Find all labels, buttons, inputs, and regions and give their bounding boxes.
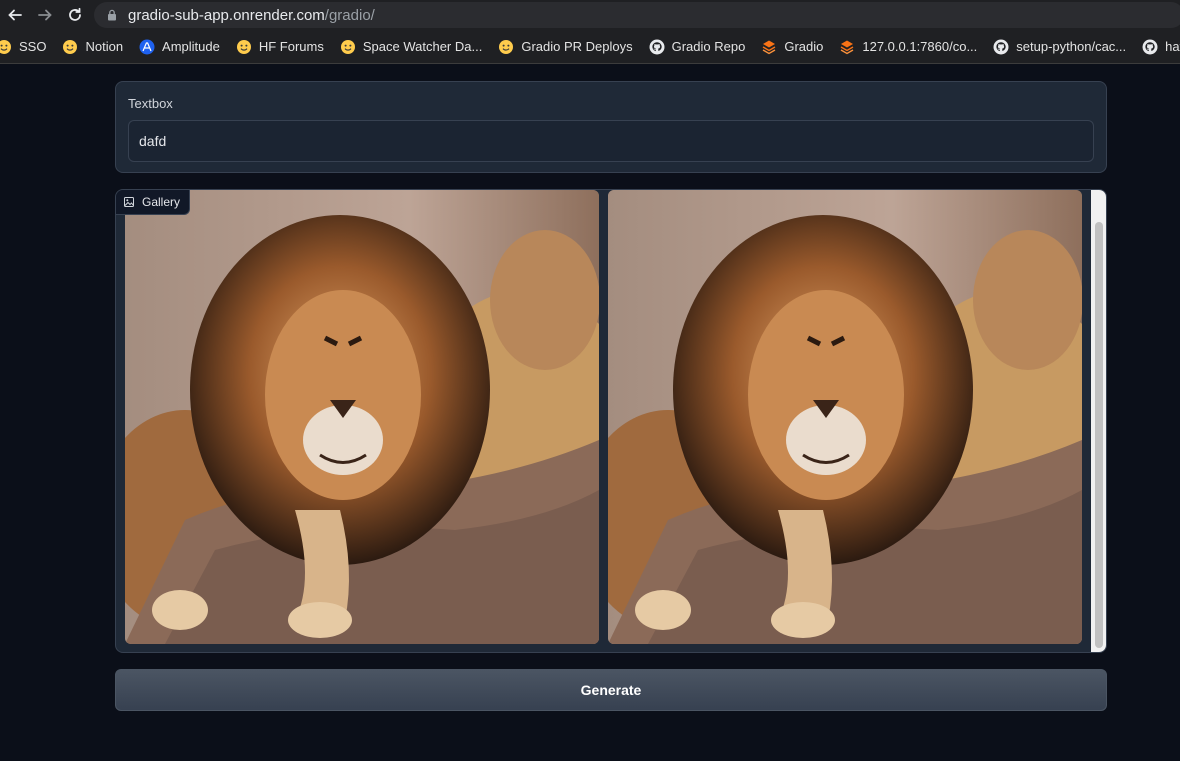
github-icon [649,39,665,55]
forward-button[interactable] [30,0,60,30]
hugging-face-icon [236,39,252,55]
hugging-face-icon [0,39,12,55]
bookmark-setup-python[interactable]: setup-python/cac... [993,30,1133,63]
bookmark-label: Gradio [784,39,824,54]
bookmarks-bar: SSO Notion Amplitude HF Forums Space Wat… [0,30,1180,64]
gallery-label: Gallery [116,190,191,215]
url-path: /gradio/ [324,6,375,24]
arrow-right-icon [38,9,52,21]
scrollbar-thumb[interactable] [1095,222,1103,648]
bookmark-label: Notion [85,39,124,54]
bookmark-sso[interactable]: SSO [0,30,53,63]
bookmark-notion[interactable]: Notion [62,30,130,63]
gradio-app: Textbox Gallery [0,65,1180,761]
url-host: gradio-sub-app.onrender.com [128,6,325,24]
bookmark-hf-forums[interactable]: HF Forums [236,30,331,63]
gallery-thumbnail[interactable] [608,190,1082,644]
amplitude-icon [139,39,155,55]
gallery-label-text: Gallery [142,195,181,209]
bookmark-label: HF Forums [258,39,324,54]
browser-toolbar: gradio-sub-app.onrender.com/gradio/ [0,0,1180,30]
bookmark-label: Amplitude [162,39,220,54]
generate-button[interactable]: Generate [115,669,1107,711]
gallery-thumbnail[interactable] [125,190,599,644]
image-icon [124,197,134,207]
hugging-face-icon [340,39,356,55]
reload-icon [69,7,81,21]
bookmark-localhost[interactable]: 127.0.0.1:7860/co... [839,30,984,63]
bookmark-gradio[interactable]: Gradio [761,30,830,63]
github-icon [1142,39,1158,55]
lion-image [125,190,599,644]
gradio-icon [761,39,777,55]
textbox-label: Textbox [128,96,173,111]
lock-icon [108,9,116,21]
lion-image [608,190,1082,644]
bookmark-label: hatc [1165,39,1180,54]
bookmark-label: setup-python/cac... [1016,39,1127,54]
arrow-left-icon [8,9,22,21]
hugging-face-icon [498,39,514,55]
gallery-block: Gallery [115,189,1107,653]
bookmark-label: Space Watcher Da... [362,39,483,54]
gradio-icon [839,39,855,55]
bookmark-label: SSO [19,39,47,54]
gallery-scrollbar[interactable] [1091,190,1106,652]
bookmark-amplitude[interactable]: Amplitude [139,30,227,63]
bookmark-hatch[interactable]: hatc [1142,30,1180,63]
back-button[interactable] [0,0,30,30]
textbox-block: Textbox [115,81,1107,173]
bookmark-label: 127.0.0.1:7860/co... [862,39,978,54]
bookmark-label: Gradio PR Deploys [521,39,633,54]
address-bar[interactable]: gradio-sub-app.onrender.com/gradio/ [94,2,1180,28]
github-icon [993,39,1009,55]
reload-button[interactable] [60,0,90,30]
bookmark-label: Gradio Repo [671,39,746,54]
hugging-face-icon [62,39,78,55]
bookmark-space-watcher[interactable]: Space Watcher Da... [340,30,489,63]
textbox-input[interactable] [128,120,1094,162]
bookmark-gradio-repo[interactable]: Gradio Repo [649,30,753,63]
bookmark-gradio-pr-deploys[interactable]: Gradio PR Deploys [498,30,639,63]
